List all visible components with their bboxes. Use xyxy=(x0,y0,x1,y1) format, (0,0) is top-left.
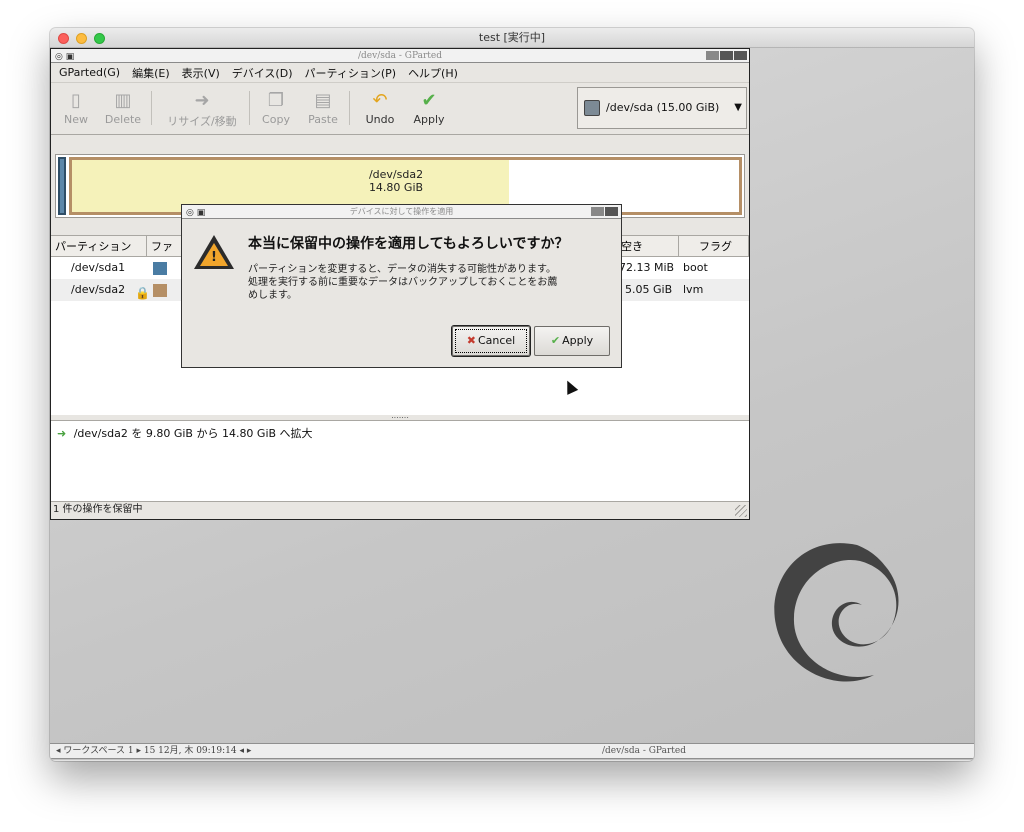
zoom-window-button[interactable] xyxy=(94,33,105,44)
workspace-switcher[interactable]: ◂ ワークスペース 1 ▸ 15 12月, 木 09:19:14 ◂ ▸ xyxy=(56,746,251,756)
device-select[interactable]: /dev/sda (15.00 GiB) ▼ xyxy=(577,87,747,129)
lock-icon: 🔒 xyxy=(135,286,150,300)
toolbar: ▯ New ▥ Delete ➜ リサイズ/移動 ❐ Copy ▤ Paste … xyxy=(51,83,749,135)
arrow-right-icon: ➜ xyxy=(194,90,210,111)
copy-icon: ❐ xyxy=(267,90,285,111)
apply-confirm-dialog: ◎ ▣ デバイスに対して操作を適用 ! 本当に保留中の操作を適用してもよろしいで… xyxy=(181,204,622,368)
menu-partition[interactable]: パーティション(P) xyxy=(305,65,397,81)
window-menu-icon[interactable]: ◎ ▣ xyxy=(186,206,205,220)
dialog-titlebar: ◎ ▣ デバイスに対して操作を適用 xyxy=(182,205,621,219)
apply-button[interactable]: ✔ Apply xyxy=(534,326,610,356)
gparted-window: ◎ ▣ /dev/sda - GParted GParted(G) 編集(E) … xyxy=(50,48,750,520)
cancel-x-icon: ✖ xyxy=(466,334,476,347)
resize-grip[interactable] xyxy=(735,505,747,517)
menu-view[interactable]: 表示(V) xyxy=(182,65,220,81)
window-controls[interactable] xyxy=(705,51,747,60)
gparted-window-title: /dev/sda - GParted xyxy=(358,51,442,61)
taskbar-item[interactable]: /dev/sda - GParted xyxy=(602,744,686,758)
dialog-body: パーティションを変更すると、データの消失する可能性があります。 処理を実行する前… xyxy=(248,264,558,301)
cancel-button[interactable]: ✖ Cancel xyxy=(452,326,530,356)
undo-button[interactable]: ↶ Undo xyxy=(363,89,397,126)
minimize-window-button[interactable] xyxy=(76,33,87,44)
gparted-titlebar: ◎ ▣ /dev/sda - GParted xyxy=(51,49,749,63)
host-window: test [実行中] ◎ ▣ /dev/sda - GParted GParte… xyxy=(50,28,974,761)
debian-swirl-logo xyxy=(774,543,899,682)
resize-move-button[interactable]: ➜ リサイズ/移動 xyxy=(159,89,245,129)
col-flags[interactable]: フラグ xyxy=(679,236,749,257)
menu-edit[interactable]: 編集(E) xyxy=(132,65,170,81)
dialog-title: デバイスに対して操作を適用 xyxy=(349,207,454,216)
menu-device[interactable]: デバイス(D) xyxy=(232,65,293,81)
menu-gparted[interactable]: GParted(G) xyxy=(59,66,120,79)
diskmap-label: /dev/sda2 14.80 GiB xyxy=(368,168,424,194)
undo-icon: ↶ xyxy=(372,90,388,111)
harddisk-icon xyxy=(584,100,600,116)
paste-icon: ▤ xyxy=(314,90,332,111)
host-window-title: test [実行中] xyxy=(478,31,546,44)
menu-help[interactable]: ヘルプ(H) xyxy=(408,65,458,81)
apply-toolbar-button[interactable]: ✔ Apply xyxy=(411,89,447,126)
close-window-button[interactable] xyxy=(58,33,69,44)
paste-button[interactable]: ▤ Paste xyxy=(305,89,341,126)
delete-button[interactable]: ▥ Delete xyxy=(101,89,145,126)
pending-operations-list: ➜ /dev/sda2 を 9.80 GiB から 14.80 GiB へ拡大 xyxy=(51,421,749,501)
host-titlebar: test [実行中] xyxy=(50,28,974,48)
checkmark-icon: ✔ xyxy=(550,334,561,347)
new-button[interactable]: ▯ New xyxy=(61,89,91,126)
workspace-panel: ◂ ワークスペース 1 ▸ 15 12月, 木 09:19:14 ◂ ▸ /de… xyxy=(50,743,974,759)
dialog-window-controls[interactable] xyxy=(589,207,619,216)
dialog-heading: 本当に保留中の操作を適用してもよろしいですか？ xyxy=(248,236,569,252)
trash-icon: ▥ xyxy=(114,90,132,111)
menubar: GParted(G) 編集(E) 表示(V) デバイス(D) パーティション(P… xyxy=(51,63,749,83)
vm-screen: ◎ ▣ /dev/sda - GParted GParted(G) 編集(E) … xyxy=(50,48,974,761)
statusbar: 1 件の操作を保留中 xyxy=(51,501,749,519)
dropdown-arrow-icon: ▼ xyxy=(734,102,742,113)
filesystem-color-swatch xyxy=(153,284,167,297)
vm-status-tray: 左 ⌘ xyxy=(50,760,974,761)
copy-button[interactable]: ❐ Copy xyxy=(259,89,293,126)
col-partition[interactable]: パーティション xyxy=(51,236,147,257)
filesystem-color-swatch xyxy=(153,262,167,275)
pending-operation[interactable]: /dev/sda2 を 9.80 GiB から 14.80 GiB へ拡大 xyxy=(74,427,313,440)
resize-op-icon: ➜ xyxy=(57,427,67,440)
window-menu-icon[interactable]: ◎ ▣ xyxy=(55,50,74,64)
col-unused[interactable]: 空き xyxy=(617,236,679,257)
new-file-icon: ▯ xyxy=(71,90,81,111)
checkmark-icon: ✔ xyxy=(421,90,437,111)
